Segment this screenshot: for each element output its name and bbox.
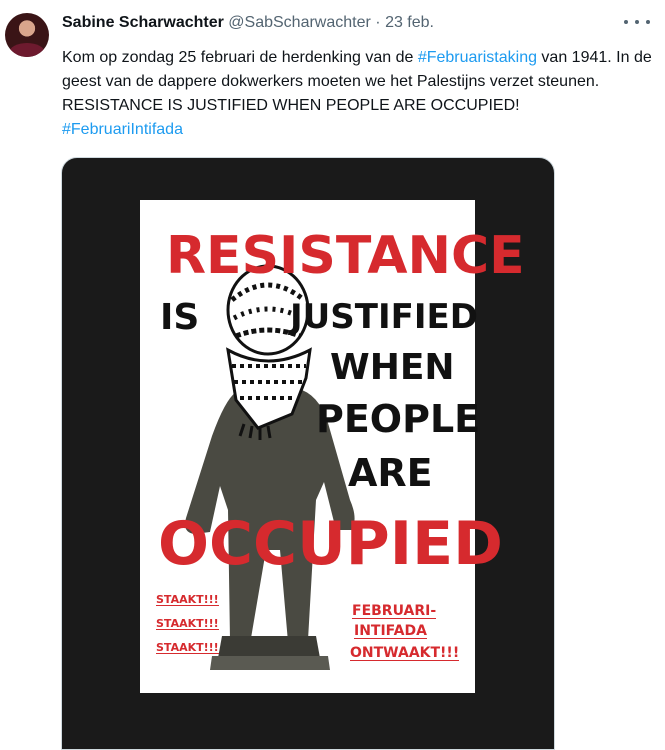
poster-staakt-1: STAAKT!!! — [156, 593, 219, 606]
poster-word-justified: JUSTIFIED — [290, 297, 478, 337]
poster-word-resistance: RESISTANCE — [166, 226, 525, 286]
more-dot — [624, 20, 628, 24]
avatar-figure — [9, 43, 45, 57]
tweet-text: Kom op zondag 25 februari de herdenking … — [62, 46, 658, 142]
hashtag-februariintifada[interactable]: #FebruariIntifada — [62, 121, 183, 138]
more-dot — [646, 20, 650, 24]
poster-word-people: PEOPLE — [316, 397, 481, 441]
poster-intifada: INTIFADA — [354, 623, 427, 639]
tweet-media[interactable]: RESISTANCE IS JUSTIFIED WHEN PEOPLE ARE … — [61, 157, 555, 750]
tweet-header: Sabine Scharwachter @SabScharwachter · 2… — [62, 12, 434, 34]
more-dot — [635, 20, 639, 24]
poster-februari: FEBRUARI- — [352, 603, 437, 619]
poster-word-is: IS — [160, 297, 200, 338]
poster-ontwaakt: ONTWAAKT!!! — [350, 645, 460, 661]
tweet-text-part: Kom op zondag 25 februari de herdenking … — [62, 49, 418, 66]
tweet-date[interactable]: 23 feb. — [385, 14, 434, 31]
poster-word-occupied: OCCUPIED — [158, 509, 503, 579]
poster-word-when: WHEN — [330, 347, 455, 388]
author-handle[interactable]: @SabScharwachter — [228, 14, 371, 31]
separator-dot: · — [375, 14, 381, 31]
hashtag-februaristaking[interactable]: #Februaristaking — [418, 49, 537, 66]
author-name[interactable]: Sabine Scharwachter — [62, 14, 224, 31]
more-icon[interactable] — [624, 12, 650, 32]
poster-staakt-3: STAAKT!!! — [156, 641, 219, 654]
poster-staakt-2: STAAKT!!! — [156, 617, 219, 630]
author-avatar[interactable] — [5, 13, 49, 57]
poster-word-are: ARE — [348, 451, 433, 495]
poster-image: RESISTANCE IS JUSTIFIED WHEN PEOPLE ARE … — [140, 200, 525, 693]
